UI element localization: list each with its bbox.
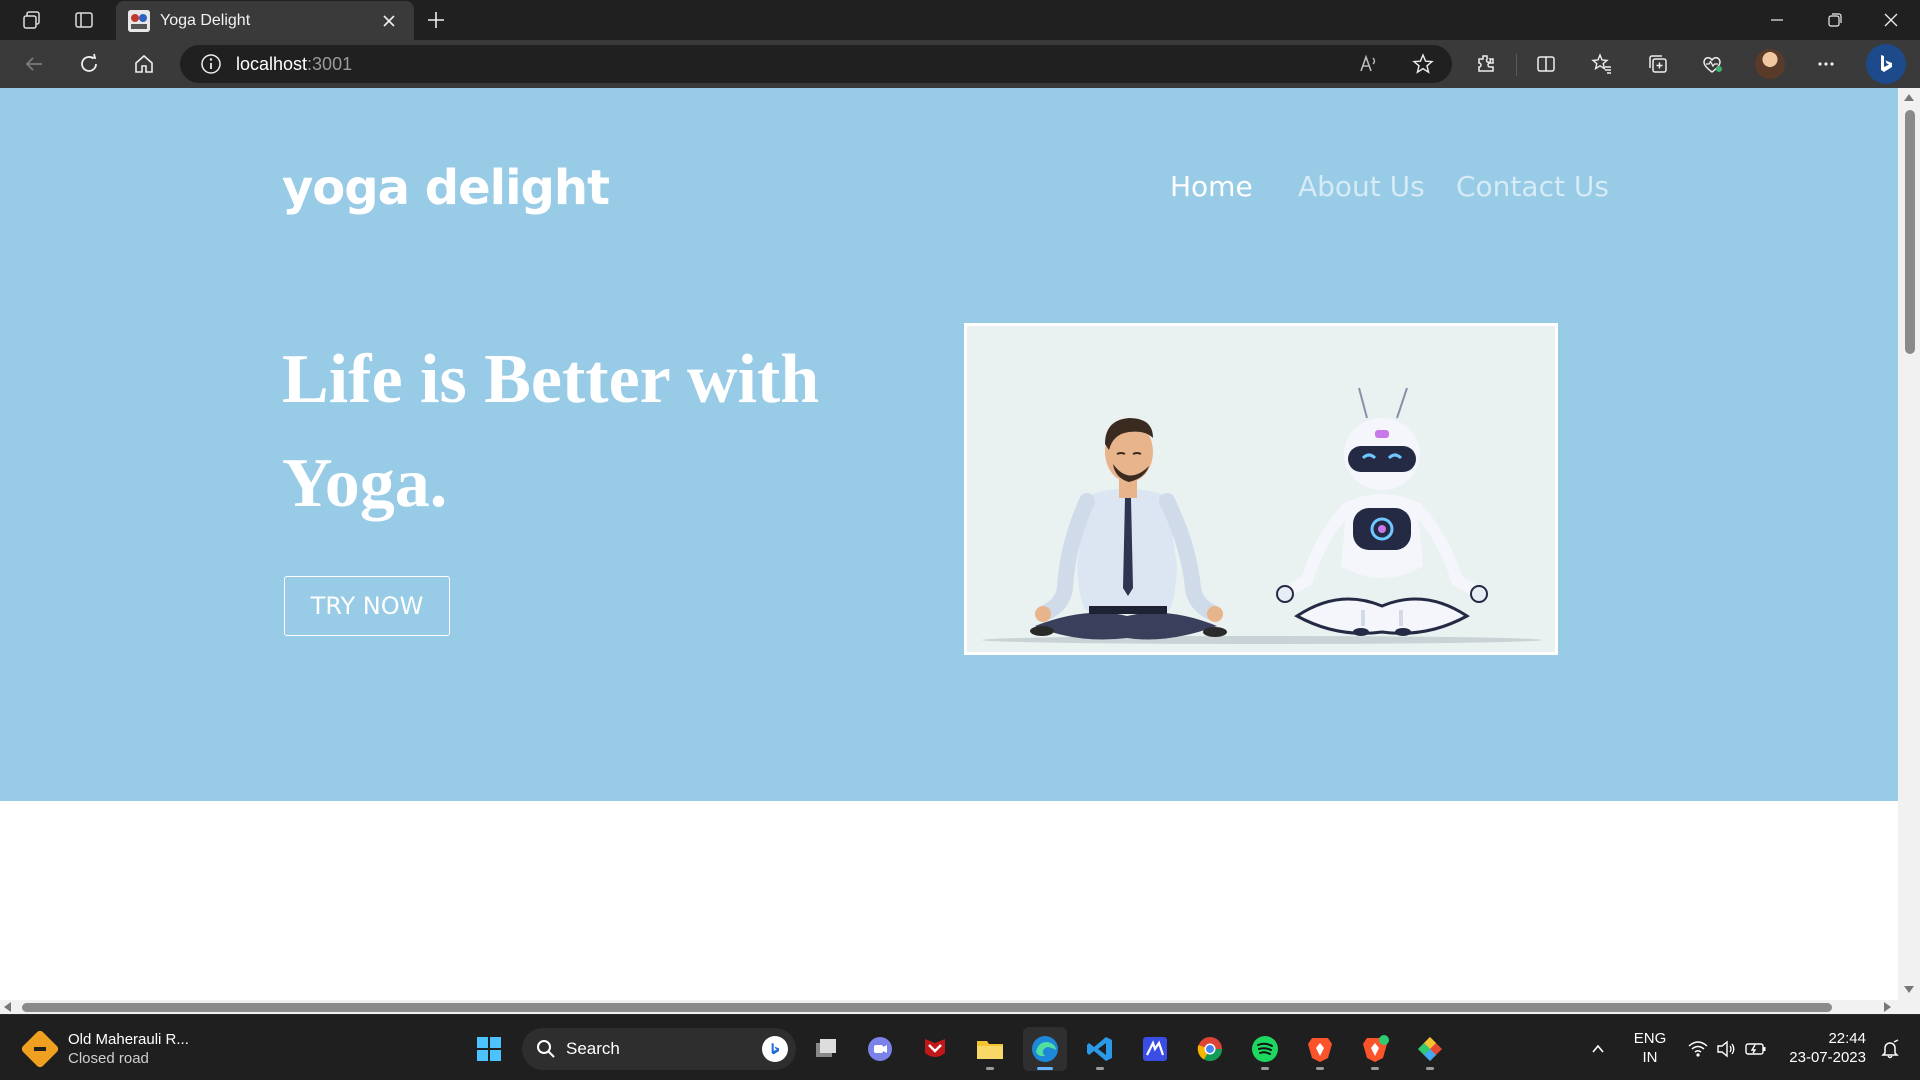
brave-beta-icon[interactable] (1353, 1027, 1397, 1071)
nav-about-link[interactable]: About Us (1298, 170, 1425, 203)
meditating-robot-figure (1276, 387, 1488, 636)
brand-logo[interactable]: yoga delight (282, 160, 610, 216)
active-tab[interactable]: Yoga Delight (116, 1, 414, 40)
running-indicator (986, 1067, 994, 1070)
brave-icon[interactable] (1298, 1027, 1342, 1071)
bing-search-icon[interactable] (762, 1036, 788, 1062)
meditating-man-figure (1030, 418, 1227, 640)
tab-close-icon[interactable] (376, 8, 402, 34)
restore-icon[interactable] (1806, 0, 1864, 40)
browser-toolbar: localhost:3001 (0, 40, 1920, 88)
file-explorer-icon[interactable] (968, 1027, 1012, 1071)
hero-headline: Life is Better with Yoga. (282, 341, 820, 522)
region-code: IN (1642, 1049, 1658, 1066)
git-kraken-icon[interactable] (1408, 1027, 1452, 1071)
spotify-icon[interactable] (1243, 1027, 1287, 1071)
address-bar[interactable]: localhost:3001 (180, 45, 1452, 83)
url-host: localhost (236, 53, 308, 74)
scroll-left-arrow-icon[interactable] (4, 1002, 11, 1012)
bing-copilot-icon[interactable] (1866, 44, 1906, 84)
notifications-bell-icon[interactable] (1872, 1031, 1908, 1067)
clock[interactable]: 22:44 23-07-2023 (1782, 1029, 1866, 1067)
clock-date: 23-07-2023 (1789, 1049, 1866, 1066)
running-indicator (1261, 1067, 1269, 1070)
try-now-button[interactable]: TRY NOW (284, 576, 450, 636)
new-tab-icon[interactable] (416, 4, 456, 36)
tab-actions-icon[interactable] (64, 4, 104, 36)
favorites-icon[interactable] (1584, 48, 1620, 80)
taskbar-search[interactable]: Search (522, 1028, 796, 1070)
teams-chat-icon[interactable] (858, 1027, 902, 1071)
hero-illustration (964, 323, 1558, 655)
mcafee-icon[interactable] (913, 1027, 957, 1071)
split-screen-icon[interactable] (1528, 48, 1564, 80)
vscode-icon[interactable] (1078, 1027, 1122, 1071)
page-viewport: yoga delight Home About Us Contact Us Li… (0, 88, 1920, 1014)
nav-contact-link[interactable]: Contact Us (1456, 170, 1609, 203)
close-window-icon[interactable] (1862, 0, 1920, 40)
horizontal-scroll-thumb[interactable] (22, 1003, 1832, 1012)
widget-title: Old Maherauli R... (68, 1031, 189, 1048)
language-indicator[interactable]: ENG IN (1630, 1029, 1670, 1067)
read-aloud-icon[interactable] (1352, 48, 1386, 80)
tab-favicon-icon (128, 9, 150, 32)
collections-icon[interactable] (1640, 48, 1676, 80)
widget-subtitle: Closed road (68, 1050, 149, 1067)
vertical-scroll-thumb[interactable] (1905, 110, 1915, 354)
start-windows-icon[interactable] (467, 1027, 511, 1071)
show-hidden-icons-chevron-icon[interactable] (1580, 1031, 1616, 1067)
refresh-icon[interactable] (71, 48, 107, 80)
chrome-icon[interactable] (1188, 1027, 1232, 1071)
browser-essentials-icon[interactable] (1694, 48, 1730, 80)
back-icon[interactable] (16, 48, 52, 80)
road-closed-icon (20, 1029, 60, 1069)
more-options-icon[interactable] (1808, 48, 1844, 80)
profile-avatar[interactable] (1752, 48, 1788, 80)
running-indicator (1316, 1067, 1324, 1070)
running-indicator (1371, 1067, 1379, 1070)
clock-time: 22:44 (1828, 1030, 1866, 1047)
workspaces-icon[interactable] (12, 4, 52, 36)
running-indicator (1037, 1067, 1053, 1070)
scroll-right-arrow-icon[interactable] (1884, 1002, 1891, 1012)
scroll-up-arrow-icon[interactable] (1904, 94, 1914, 101)
home-icon[interactable] (126, 48, 162, 80)
hero-section: yoga delight Home About Us Contact Us Li… (0, 88, 1898, 801)
scroll-down-arrow-icon[interactable] (1904, 986, 1914, 993)
edge-browser-icon[interactable] (1023, 1027, 1067, 1071)
language-code: ENG (1633, 1030, 1667, 1047)
toolbar-divider (1516, 54, 1517, 76)
browser-tab-strip: Yoga Delight (0, 0, 1920, 40)
weather-widget[interactable]: Old Maherauli R... Closed road (20, 1029, 189, 1069)
url-port: :3001 (307, 53, 353, 74)
battery-icon[interactable] (1738, 1031, 1774, 1067)
taskbar: Old Maherauli R... Closed road Search EN… (0, 1014, 1920, 1080)
extensions-icon[interactable] (1468, 48, 1504, 80)
mongodb-compass-icon[interactable] (1133, 1027, 1177, 1071)
running-indicator (1426, 1067, 1434, 1070)
nav-home-link[interactable]: Home (1170, 170, 1253, 203)
task-view-icon[interactable] (804, 1027, 848, 1071)
search-icon (537, 1040, 555, 1058)
site-info-icon[interactable] (200, 53, 222, 75)
search-placeholder: Search (566, 1039, 620, 1058)
tab-title: Yoga Delight (160, 11, 251, 29)
minimize-icon[interactable] (1748, 0, 1806, 40)
running-indicator (1096, 1067, 1104, 1070)
favorite-star-icon[interactable] (1406, 48, 1440, 80)
